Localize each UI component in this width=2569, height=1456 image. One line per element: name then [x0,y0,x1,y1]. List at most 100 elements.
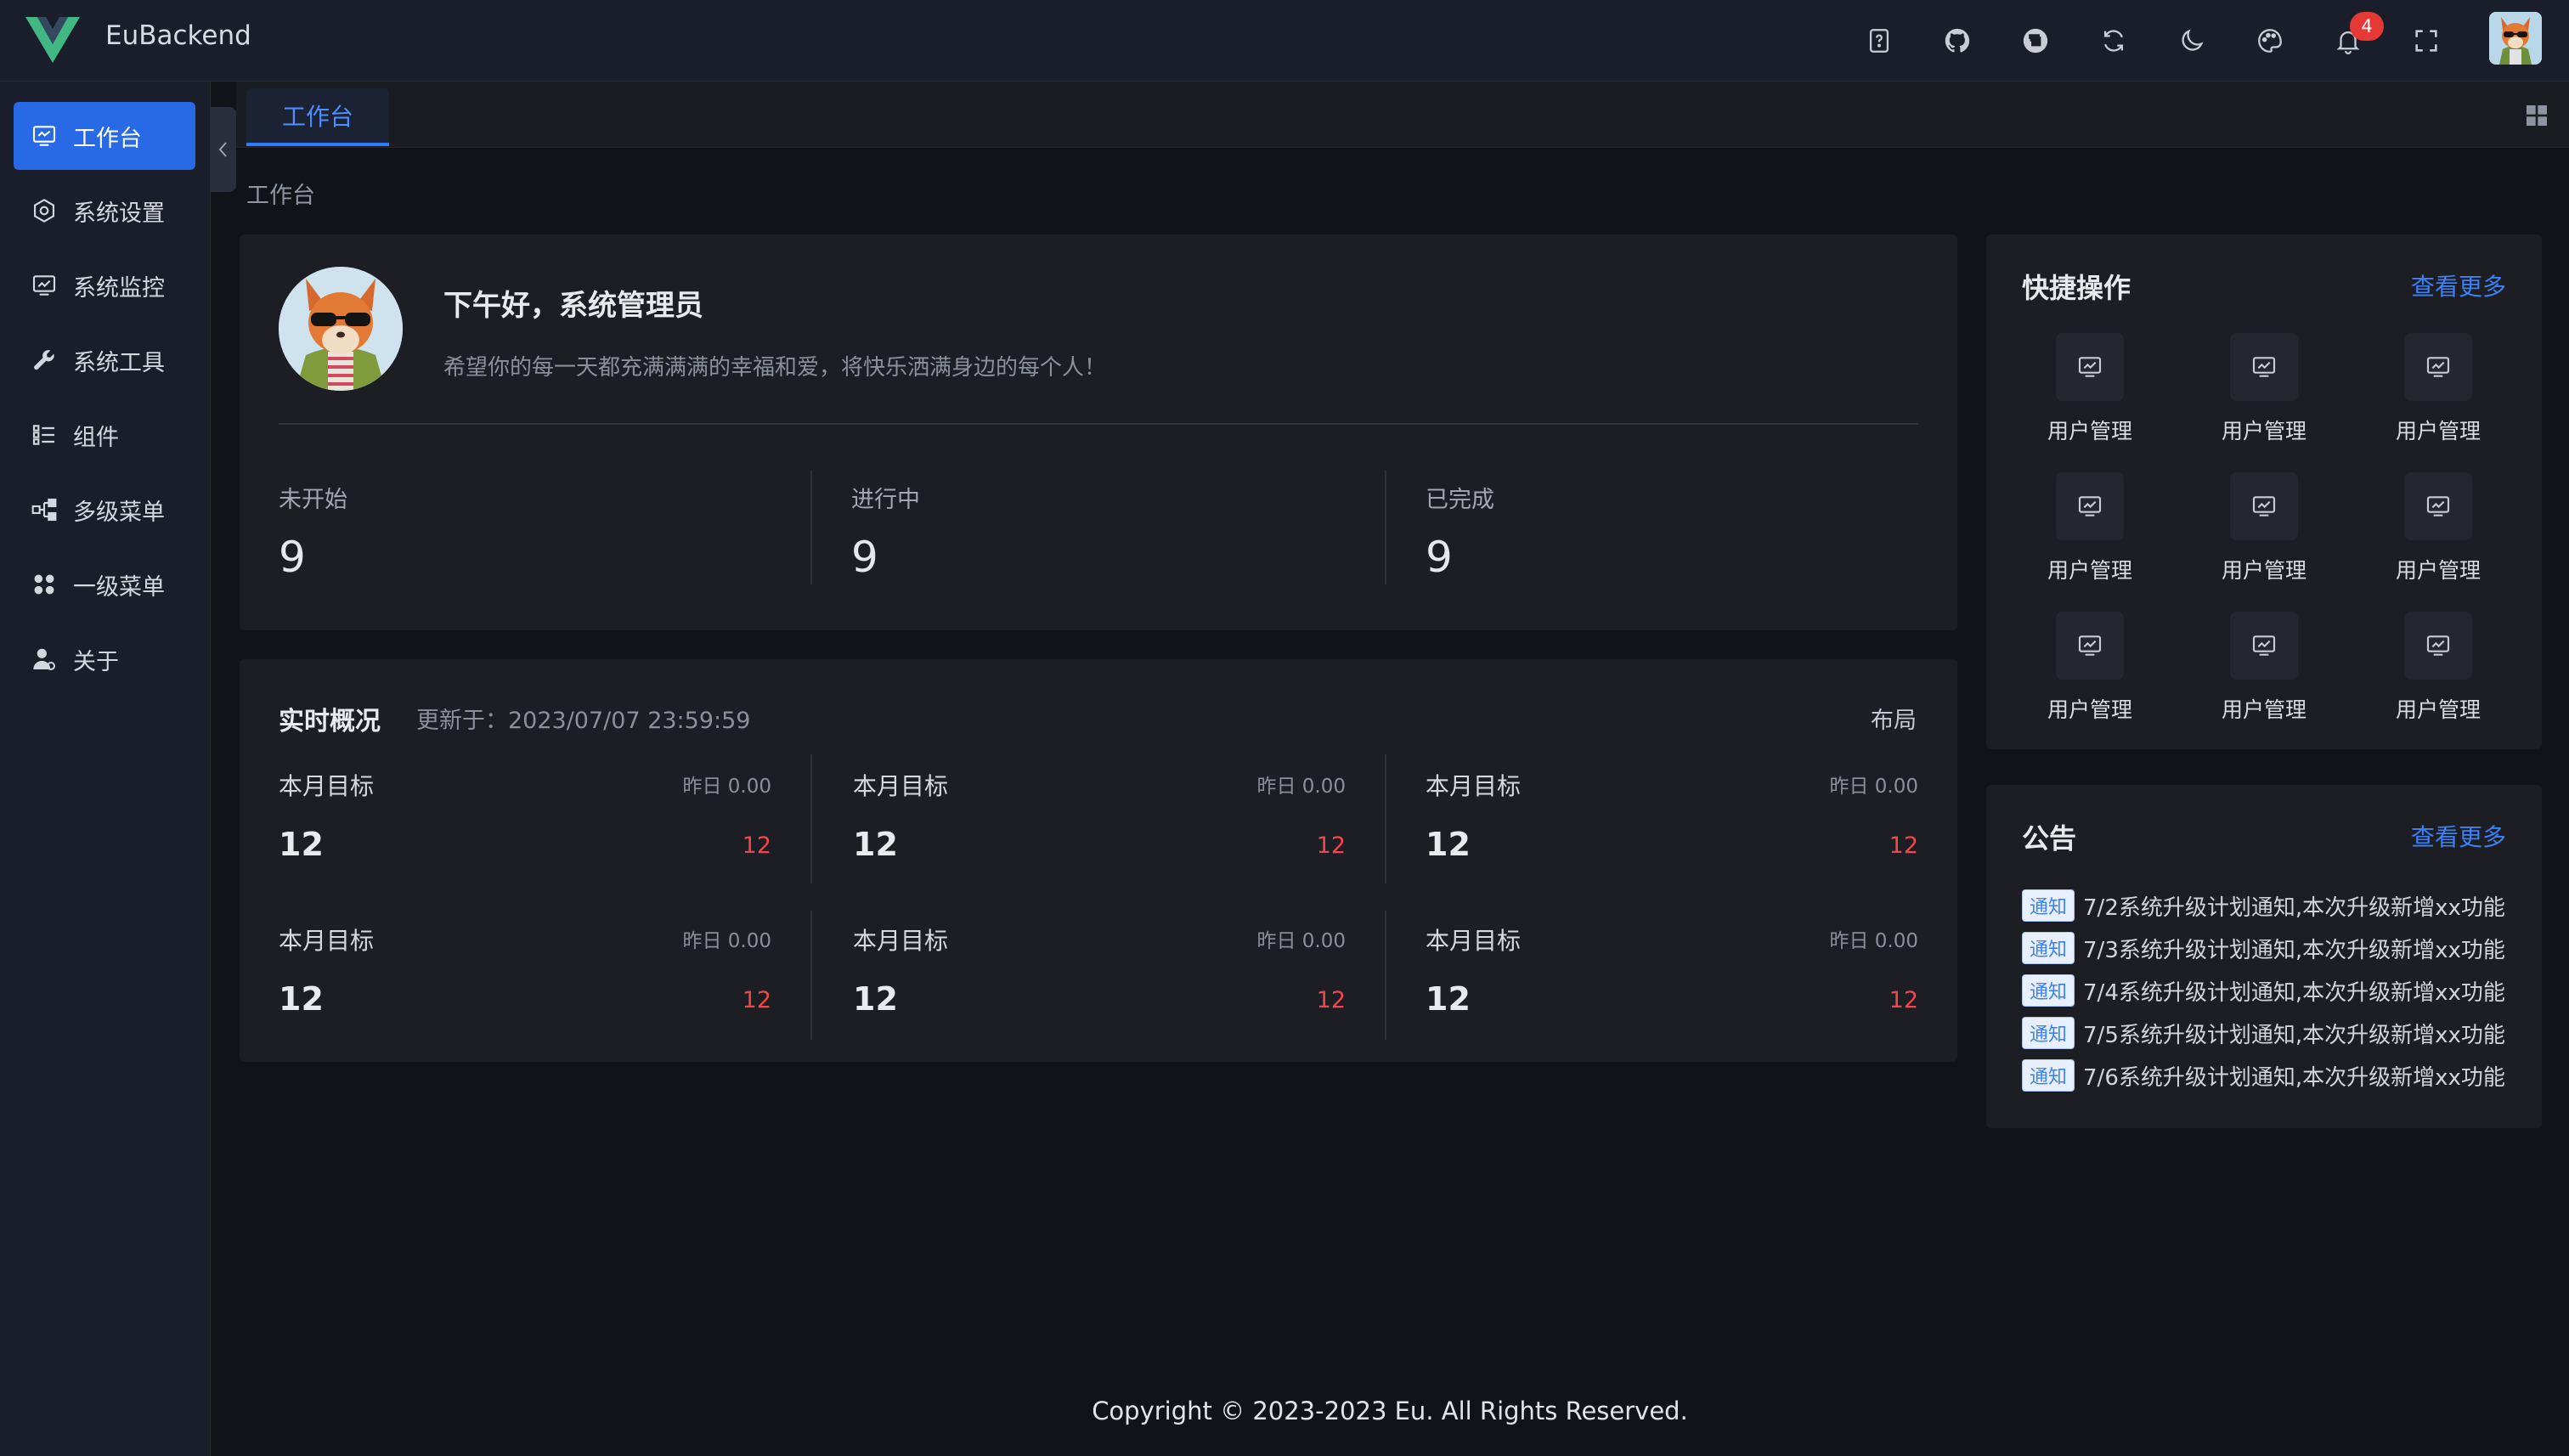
gitee-icon[interactable] [2013,19,2058,63]
bell-icon[interactable]: 4 [2326,12,2384,63]
quick-action-label: 用户管理 [2221,419,2306,443]
welcome-avatar [279,267,403,391]
notice-text: 7/5系统升级计划通知,本次升级新增xx功能 [2083,1022,2505,1048]
sidebar-item-about[interactable]: 关于 [14,625,195,693]
quick-action-label: 用户管理 [2221,558,2306,583]
fullscreen-icon[interactable] [2404,19,2448,63]
sidebar-item-workbench[interactable]: 工作台 [14,102,195,170]
sidebar-item-multilevel-menu[interactable]: 多级菜单 [14,476,195,544]
stat-completed: 已完成 9 [1426,481,1494,582]
stat-value: 9 [1426,533,1453,582]
notice-tag: 通知 [2022,1059,2075,1092]
quick-action-user-management[interactable]: 用户管理 [2370,333,2506,452]
quick-action-user-management[interactable]: 用户管理 [2022,612,2158,731]
footer-copyright: Copyright © 2023-2023 Eu. All Rights Res… [1092,1397,1688,1425]
notice-text: 7/2系统升级计划通知,本次升级新增xx功能 [2083,894,2505,921]
sidebar-item-system-settings[interactable]: 系统设置 [14,177,195,245]
greeting-subtitle: 希望你的每一天都充满满满的幸福和爱，将快乐洒满身边的每个人！ [443,355,1107,381]
notice-item[interactable]: 通知 7/6系统升级计划通知,本次升级新增xx功能 [2022,1057,2506,1094]
stat-label: 进行中 [851,487,920,513]
quick-action-label: 用户管理 [2395,558,2481,583]
quick-action-label: 用户管理 [2047,419,2132,443]
sidebar-item-label: 工作台 [73,125,142,152]
app-title: EuBackend [105,20,251,51]
quick-action-user-management[interactable]: 用户管理 [2196,612,2332,731]
user-avatar[interactable] [2489,12,2542,65]
monitor-chart-icon [2404,472,2472,540]
metric-divider [1385,911,1386,1040]
quick-action-label: 用户管理 [2221,697,2306,722]
metric-yesterday: 昨日 0.00 [682,776,771,798]
layout-button[interactable]: 布局 [1871,702,1917,735]
quick-action-user-management[interactable]: 用户管理 [2370,612,2506,731]
metric-yesterday: 昨日 0.00 [682,930,771,952]
sidebar-item-first-level-menu[interactable]: 一级菜单 [14,550,195,618]
grid-menu-icon[interactable] [2523,102,2550,129]
metric-card: 本月目标 昨日 0.00 12 12 [1426,768,1918,895]
quick-action-label: 用户管理 [2047,558,2132,583]
metric-delta: 12 [1889,832,1918,859]
stat-in-progress: 进行中 9 [851,481,920,582]
help-icon[interactable] [1857,19,1901,63]
theme-icon[interactable] [2248,19,2292,63]
metric-label: 本月目标 [853,772,949,800]
notice-tag: 通知 [2022,974,2075,1007]
tab-workbench[interactable]: 工作台 [246,88,390,146]
notice-tag: 通知 [2022,889,2075,922]
monitor-chart-icon [29,270,59,301]
notice-item[interactable]: 通知 7/5系统升级计划通知,本次升级新增xx功能 [2022,1014,2506,1052]
chevron-left-icon [218,142,227,157]
overview-updated-time: 更新于：2023/07/07 23:59:59 [416,708,751,734]
quick-action-user-management[interactable]: 用户管理 [2022,333,2158,452]
sidebar-item-components[interactable]: 组件 [14,401,195,469]
notice-item[interactable]: 通知 7/4系统升级计划通知,本次升级新增xx功能 [2022,972,2506,1009]
sidebar-item-system-monitor[interactable]: 系统监控 [14,251,195,319]
github-icon[interactable] [1935,19,1979,63]
notices-more-link[interactable]: 查看更多 [2411,819,2506,853]
quick-action-user-management[interactable]: 用户管理 [2022,472,2158,591]
metric-value: 12 [279,980,324,1018]
sidebar-item-label: 组件 [73,424,119,451]
metric-divider [1385,754,1386,883]
apps-icon [29,569,59,600]
refresh-icon[interactable] [2092,19,2136,63]
metric-divider [810,754,812,883]
metric-label: 本月目标 [1426,772,1522,800]
sidebar-item-label: 系统工具 [73,349,165,376]
sidebar-item-system-tools[interactable]: 系统工具 [14,326,195,394]
metric-delta: 12 [1316,832,1346,859]
notice-item[interactable]: 通知 7/3系统升级计划通知,本次升级新增xx功能 [2022,929,2506,967]
metric-card: 本月目标 昨日 0.00 12 12 [279,768,771,895]
quick-action-user-management[interactable]: 用户管理 [2196,472,2332,591]
quick-action-user-management[interactable]: 用户管理 [2196,333,2332,452]
metric-label: 本月目标 [279,772,375,800]
notice-item[interactable]: 通知 7/2系统升级计划通知,本次升级新增xx功能 [2022,887,2506,924]
quick-action-user-management[interactable]: 用户管理 [2370,472,2506,591]
sidebar-collapse-button[interactable] [211,107,236,192]
metric-card: 本月目标 昨日 0.00 12 12 [853,768,1346,895]
sidebar-item-label: 一级菜单 [73,573,165,601]
monitor-chart-icon [2230,472,2298,540]
notice-tag: 通知 [2022,932,2075,964]
monitor-chart-icon [2404,612,2472,680]
metric-value: 12 [1426,826,1471,863]
stat-label: 已完成 [1426,487,1494,513]
stat-divider [810,471,812,584]
notices-card: 公告 查看更多 通知 7/2系统升级计划通知,本次升级新增xx功能 通知 7/3… [1986,785,2542,1128]
app-root: EuBackend 4 工作台 系统设置 系统监控 系统工具 组件 多级菜单 一… [0,0,2569,1456]
list-icon [29,420,59,450]
notices-title: 公告 [2022,822,2077,855]
dark-mode-icon[interactable] [2170,19,2214,63]
overview-title: 实时概况 [279,707,381,736]
monitor-chart-icon [2056,333,2124,401]
metric-card: 本月目标 昨日 0.00 12 12 [853,923,1346,1050]
tabs-bar: 工作台 [236,82,2569,148]
quick-actions-card: 快捷操作 查看更多 用户管理 用户管理 用户管理 用户管理 用户管理 用户管理 [1986,234,2542,749]
quick-actions-more-link[interactable]: 查看更多 [2411,268,2506,302]
vue-logo-icon[interactable] [25,15,80,63]
monitor-chart-icon [2404,333,2472,401]
metric-yesterday: 昨日 0.00 [1256,930,1346,952]
notice-text: 7/4系统升级计划通知,本次升级新增xx功能 [2083,979,2505,1006]
sidebar-item-label: 系统监控 [73,274,165,302]
breadcrumb[interactable]: 工作台 [246,177,315,210]
